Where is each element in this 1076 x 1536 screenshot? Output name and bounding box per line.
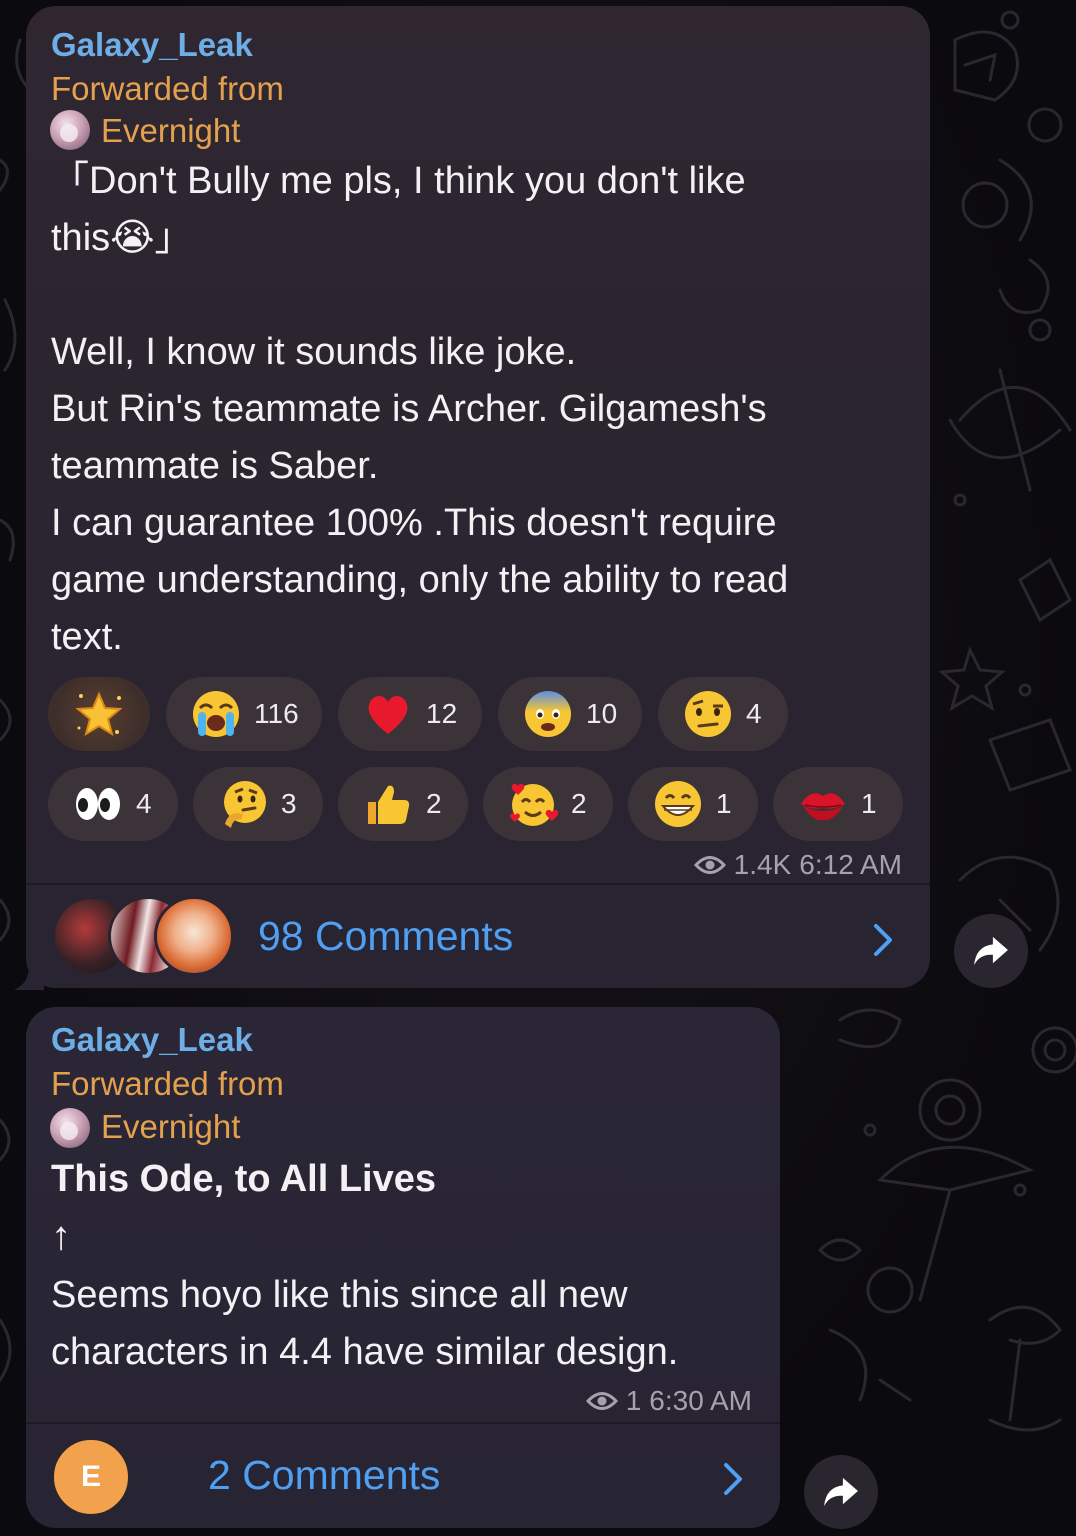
forwarded-channel-name[interactable]: Evernight: [101, 1108, 240, 1146]
comments-button[interactable]: E 2 Comments: [26, 1425, 780, 1527]
share-button[interactable]: [804, 1455, 878, 1529]
share-arrow-icon: [974, 936, 1008, 966]
comments-divider: [26, 1422, 780, 1424]
raised-eyebrow-face-icon: [685, 691, 731, 737]
chevron-right-icon: [874, 924, 892, 956]
chat-screen: Galaxy_Leak Forwarded from Evernight 「Do…: [0, 0, 1076, 1536]
eyes-icon: [76, 788, 120, 820]
comments-button[interactable]: 98 Comments: [26, 886, 930, 988]
reaction-count: 4: [746, 698, 762, 729]
comments-divider: [26, 883, 930, 885]
chevron-right-icon: [724, 1463, 742, 1495]
message-time: 6:30 AM: [649, 1385, 752, 1416]
smiling-face-with-hearts-icon: [510, 783, 559, 826]
reaction-count: 1: [861, 788, 877, 819]
message-meta: 1.4K 6:12 AM: [693, 849, 902, 881]
message-text: Seems hoyo like this since all new chara…: [51, 1274, 679, 1373]
view-count: 1.4K: [733, 849, 792, 880]
forwarded-from-label: Forwarded from: [51, 70, 284, 107]
views-eye-icon: [693, 856, 726, 874]
message-title: This Ode, to All Lives: [51, 1158, 436, 1200]
up-arrow-text: ↑: [51, 1214, 71, 1258]
forwarded-from-label: Forwarded from: [51, 1065, 284, 1102]
thinking-face-icon: [224, 781, 266, 828]
red-heart-icon: [368, 696, 408, 734]
kiss-mark-icon: [801, 793, 845, 821]
grinning-face-icon: [655, 781, 701, 827]
reaction-crying[interactable]: 116: [166, 677, 322, 751]
views-eye-icon: [585, 1392, 618, 1410]
commenter-avatar: [154, 896, 234, 976]
reaction-count: 4: [136, 788, 152, 819]
reaction-raised-eyebrow[interactable]: 4: [658, 677, 788, 751]
reaction-heart[interactable]: 12: [338, 677, 482, 751]
commenter-avatar: E: [51, 1437, 131, 1517]
reaction-fearful[interactable]: 10: [498, 677, 642, 751]
reaction-count: 116: [254, 698, 299, 729]
comments-count-label[interactable]: 2 Comments: [208, 1452, 440, 1499]
forwarded-channel-avatar[interactable]: [50, 110, 90, 150]
reaction-count: 3: [281, 788, 297, 819]
sender-name[interactable]: Galaxy_Leak: [51, 1021, 253, 1059]
reaction-thinking[interactable]: 3: [193, 767, 323, 841]
message-bubble[interactable]: Galaxy_Leak Forwarded from Evernight Thi…: [26, 1007, 780, 1528]
forwarded-channel-name[interactable]: Evernight: [101, 112, 240, 150]
reaction-grinning[interactable]: 1: [628, 767, 758, 841]
view-count: 1: [625, 1385, 642, 1416]
sender-name[interactable]: Galaxy_Leak: [51, 26, 253, 64]
star-sparkle-icon: [75, 691, 123, 737]
message-meta: 1 6:30 AM: [585, 1385, 752, 1417]
thumbs-up-icon: [368, 785, 410, 824]
loudly-crying-face-icon: [193, 691, 239, 737]
reaction-eyes[interactable]: 4: [48, 767, 178, 841]
reaction-star[interactable]: [48, 677, 150, 751]
reaction-count: 1: [716, 788, 732, 819]
reaction-count: 12: [426, 698, 458, 729]
message-bubble[interactable]: Galaxy_Leak Forwarded from Evernight 「Do…: [26, 6, 930, 988]
message-text: 「Don't Bully me pls, I think you don't l…: [51, 160, 789, 658]
reaction-count: 2: [426, 788, 442, 819]
forwarded-channel-avatar[interactable]: [50, 1108, 90, 1148]
reaction-thumbs-up[interactable]: 2: [338, 767, 468, 841]
share-arrow-icon: [824, 1477, 858, 1507]
reaction-count: 10: [586, 698, 618, 729]
reaction-count: 2: [571, 788, 587, 819]
fearful-face-icon: [525, 691, 571, 737]
message-time: 6:12 AM: [799, 849, 902, 880]
share-button[interactable]: [954, 914, 1028, 988]
reaction-smiling-hearts[interactable]: 2: [483, 767, 613, 841]
reaction-kiss[interactable]: 1: [773, 767, 903, 841]
comments-count-label[interactable]: 98 Comments: [258, 913, 513, 960]
